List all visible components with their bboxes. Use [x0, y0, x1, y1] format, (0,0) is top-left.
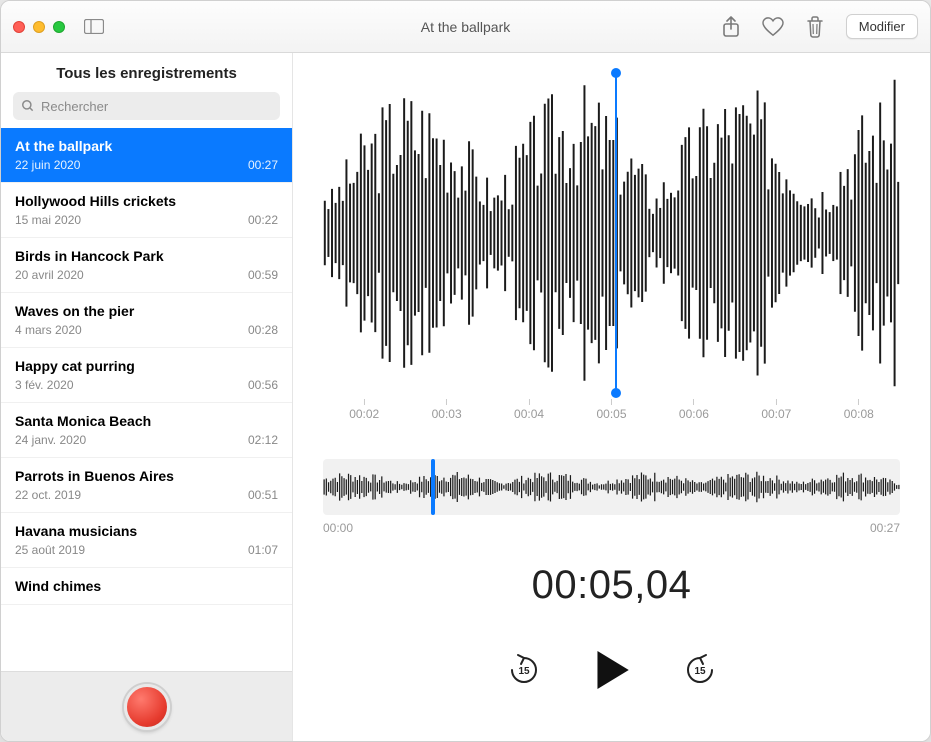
overview-labels: 00:00 00:27 [323, 521, 900, 535]
svg-text:15: 15 [694, 666, 706, 677]
share-icon [722, 16, 740, 38]
toolbar-right: Modifier [722, 14, 918, 39]
waveform-zoom-svg [323, 73, 900, 393]
playback-controls: 15 15 [293, 648, 930, 692]
recording-item[interactable]: Waves on the pier 4 mars 2020 00:28 [1, 293, 292, 348]
waveform-overview-svg [323, 459, 900, 515]
recording-item[interactable]: At the ballpark 22 juin 2020 00:27 [1, 128, 292, 183]
edit-button[interactable]: Modifier [846, 14, 918, 39]
close-window-button[interactable] [13, 21, 25, 33]
recording-item[interactable]: Hollywood Hills crickets 15 mai 2020 00:22 [1, 183, 292, 238]
time-ruler: 00:02 00:03 00:04 00:05 00:06 00:07 00:08 [323, 399, 900, 429]
record-button[interactable] [124, 684, 170, 730]
sidebar-header: Tous les enregistrements [1, 53, 292, 92]
recording-item[interactable]: Parrots in Buenos Aires 22 oct. 2019 00:51 [1, 458, 292, 513]
ruler-tick: 00:08 [844, 399, 874, 421]
main-panel: 00:02 00:03 00:04 00:05 00:06 00:07 00:08 00:0… [293, 53, 930, 741]
heart-icon [762, 17, 784, 37]
recording-duration: 00:27 [248, 158, 278, 172]
minimize-window-button[interactable] [33, 21, 45, 33]
trash-icon [806, 16, 824, 38]
recording-date: 25 août 2019 [15, 543, 85, 557]
recording-duration: 00:56 [248, 378, 278, 392]
overview-playhead[interactable] [431, 459, 435, 515]
window-controls [13, 21, 65, 33]
waveform-zoom[interactable] [323, 73, 900, 393]
recording-item[interactable]: Happy cat purring 3 fév. 2020 00:56 [1, 348, 292, 403]
recording-date: 22 oct. 2019 [15, 488, 81, 502]
recording-item[interactable]: Wind chimes [1, 568, 292, 605]
recording-date: 24 janv. 2020 [15, 433, 86, 447]
overview-end-label: 00:27 [870, 521, 900, 535]
recording-title: Santa Monica Beach [15, 413, 278, 429]
recording-title: Parrots in Buenos Aires [15, 468, 278, 484]
toggle-sidebar-button[interactable] [83, 19, 105, 35]
recording-title: At the ballpark [15, 138, 278, 154]
skip-back-button[interactable]: 15 [506, 652, 542, 688]
ruler-tick: 00:02 [349, 399, 379, 421]
recording-title: Havana musicians [15, 523, 278, 539]
recording-title: Waves on the pier [15, 303, 278, 319]
recording-item[interactable]: Birds in Hancock Park 20 avril 2020 00:59 [1, 238, 292, 293]
recording-date: 3 fév. 2020 [15, 378, 74, 392]
skip-forward-icon: 15 [683, 653, 717, 687]
svg-text:15: 15 [518, 666, 530, 677]
play-icon [595, 651, 629, 689]
recording-title: Happy cat purring [15, 358, 278, 374]
recording-duration: 01:07 [248, 543, 278, 557]
recording-meta: 3 fév. 2020 00:56 [15, 378, 278, 392]
sidebar-footer [1, 671, 292, 741]
search-wrap [1, 92, 292, 128]
fullscreen-window-button[interactable] [53, 21, 65, 33]
app-window: At the ballpark Modifier [0, 0, 931, 742]
recording-date: 4 mars 2020 [15, 323, 82, 337]
recording-item[interactable]: Havana musicians 25 août 2019 01:07 [1, 513, 292, 568]
recording-duration: 02:12 [248, 433, 278, 447]
recording-date: 15 mai 2020 [15, 213, 81, 227]
play-button[interactable] [590, 648, 634, 692]
recording-duration: 00:28 [248, 323, 278, 337]
overview-wrap: 00:00 00:27 [323, 459, 900, 535]
search-input[interactable] [13, 92, 280, 120]
ruler-tick: 00:03 [432, 399, 462, 421]
ruler-tick: 00:04 [514, 399, 544, 421]
sidebar-icon [84, 19, 104, 34]
recording-meta: 22 juin 2020 00:27 [15, 158, 278, 172]
recording-duration: 00:51 [248, 488, 278, 502]
delete-button[interactable] [806, 16, 824, 38]
skip-back-icon: 15 [507, 653, 541, 687]
playhead[interactable] [615, 73, 617, 393]
recording-item[interactable]: Santa Monica Beach 24 janv. 2020 02:12 [1, 403, 292, 458]
recording-duration: 00:59 [248, 268, 278, 282]
recording-title: Wind chimes [15, 578, 278, 594]
favorite-button[interactable] [762, 17, 784, 37]
skip-forward-button[interactable]: 15 [682, 652, 718, 688]
recording-meta: 20 avril 2020 00:59 [15, 268, 278, 282]
recording-meta: 22 oct. 2019 00:51 [15, 488, 278, 502]
recording-meta: 4 mars 2020 00:28 [15, 323, 278, 337]
sidebar: Tous les enregistrements At the ballpark… [1, 53, 293, 741]
titlebar: At the ballpark Modifier [1, 1, 930, 53]
share-button[interactable] [722, 16, 740, 38]
content-body: Tous les enregistrements At the ballpark… [1, 53, 930, 741]
recording-title: Birds in Hancock Park [15, 248, 278, 264]
recording-meta: 25 août 2019 01:07 [15, 543, 278, 557]
recordings-list: At the ballpark 22 juin 2020 00:27 Hollywoo… [1, 128, 292, 671]
waveform-overview[interactable] [323, 459, 900, 515]
ruler-tick: 00:07 [761, 399, 791, 421]
recording-date: 20 avril 2020 [15, 268, 84, 282]
recording-meta: 15 mai 2020 00:22 [15, 213, 278, 227]
recording-duration: 00:22 [248, 213, 278, 227]
timecode-display: 00:05,04 [293, 563, 930, 608]
overview-start-label: 00:00 [323, 521, 353, 535]
recording-meta: 24 janv. 2020 02:12 [15, 433, 278, 447]
ruler-tick: 00:06 [679, 399, 709, 421]
recording-title: Hollywood Hills crickets [15, 193, 278, 209]
ruler-tick: 00:05 [596, 399, 626, 421]
recording-date: 22 juin 2020 [15, 158, 80, 172]
